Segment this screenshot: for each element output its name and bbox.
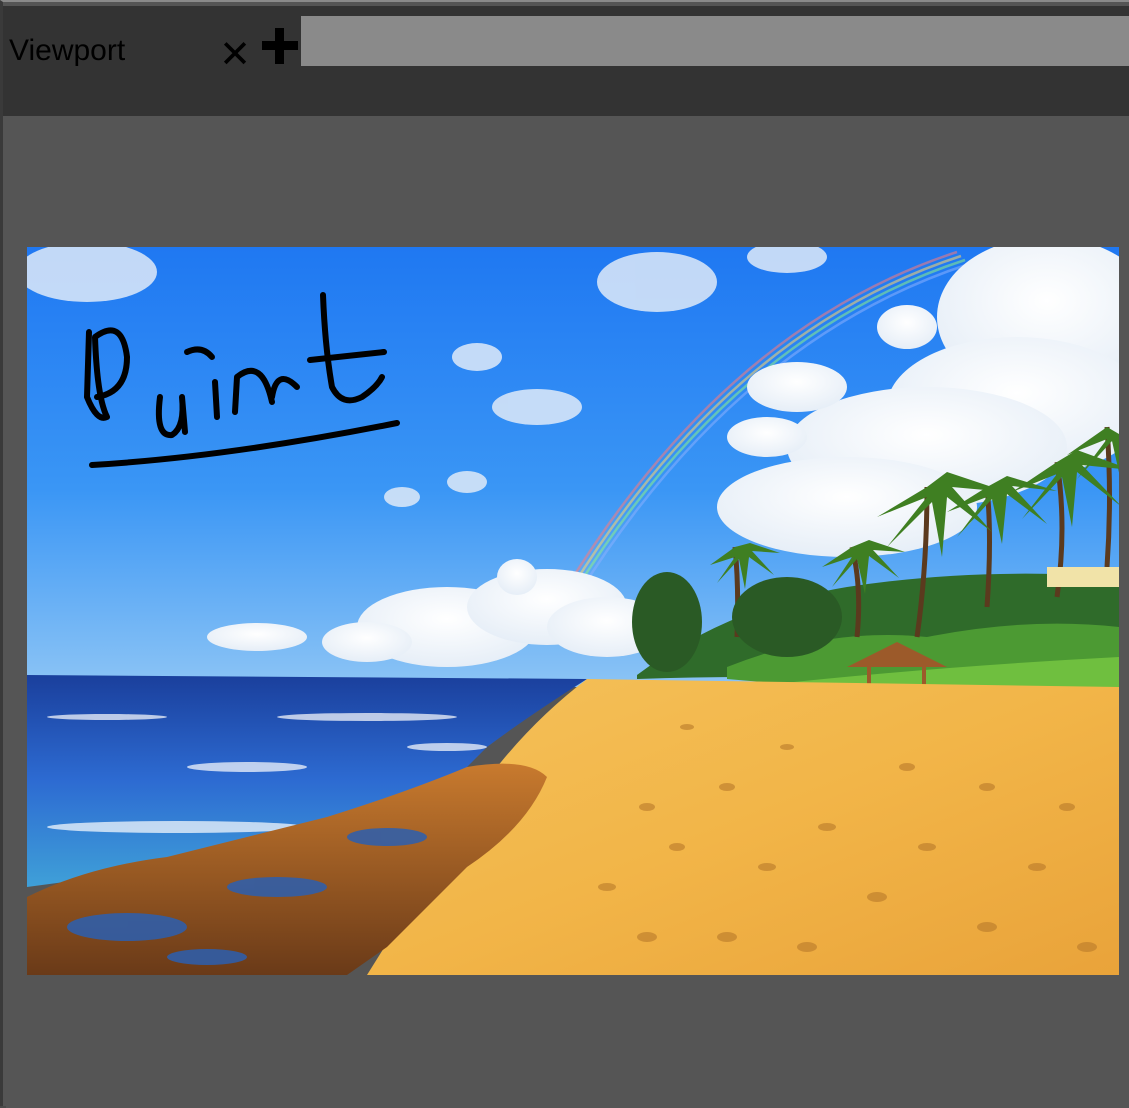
image-canvas[interactable] — [27, 247, 1119, 975]
close-icon[interactable]: ✕ — [219, 35, 251, 73]
app-window: Viewport ✕ — [0, 0, 1129, 1108]
paint-annotation — [84, 292, 400, 468]
plus-icon[interactable] — [259, 24, 301, 68]
viewport-area[interactable] — [6, 116, 1129, 1108]
tab-label: Viewport — [9, 34, 126, 67]
tab-viewport[interactable]: Viewport ✕ — [3, 10, 301, 73]
tab-bar: Viewport ✕ — [3, 6, 1129, 116]
tab-strip-empty-area[interactable] — [301, 16, 1129, 66]
